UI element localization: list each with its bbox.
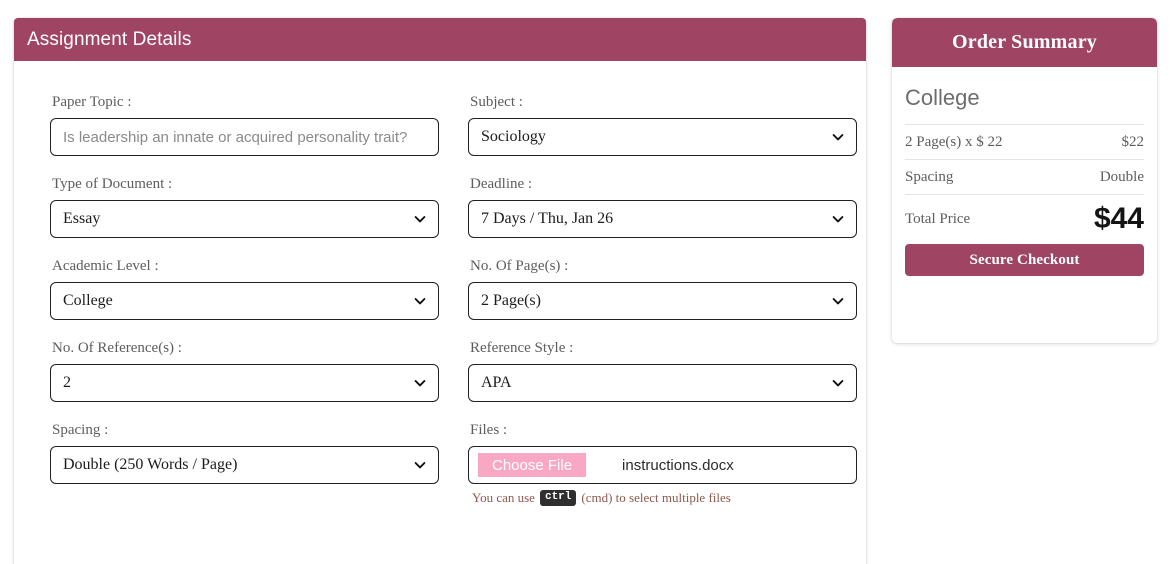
selected-file-name: instructions.docx <box>622 456 734 474</box>
file-hint: You can use ctrl (cmd) to select multipl… <box>472 490 857 506</box>
type-of-document-select[interactable]: Essay <box>50 200 439 238</box>
subject-select[interactable]: Sociology <box>468 118 857 156</box>
order-summary-body: College 2 Page(s) x $ 22 $22 Spacing Dou… <box>892 67 1157 277</box>
field-subject: Subject : Sociology <box>468 93 857 156</box>
label-subject: Subject : <box>470 94 523 110</box>
no-of-pages-value: 2 Page(s) <box>481 292 541 309</box>
field-files: Files : Choose File instructions.docx Yo… <box>468 421 857 506</box>
order-summary-header: Order Summary <box>892 18 1157 67</box>
label-reference-style: Reference Style : <box>470 340 574 356</box>
file-hint-suffix: (cmd) to select multiple files <box>581 490 731 505</box>
chevron-down-icon <box>414 213 426 225</box>
total-price-label: Total Price <box>905 210 971 227</box>
academic-level-value: College <box>63 292 113 309</box>
summary-pages-value: $22 <box>1121 134 1145 151</box>
label-academic-level: Academic Level : <box>52 258 159 274</box>
deadline-value: 7 Days / Thu, Jan 26 <box>481 210 614 227</box>
reference-style-value: APA <box>481 374 512 391</box>
order-form-page: Assignment Details Paper Topic : Is lead… <box>0 0 1175 564</box>
field-reference-style: Reference Style : APA <box>468 339 857 402</box>
assignment-form-grid: Paper Topic : Is leadership an innate or… <box>50 93 857 525</box>
assignment-details-header: Assignment Details <box>14 18 866 61</box>
summary-row-total: Total Price $44 <box>905 194 1144 236</box>
chevron-down-icon <box>414 377 426 389</box>
no-of-pages-select[interactable]: 2 Page(s) <box>468 282 857 320</box>
secure-checkout-button[interactable]: Secure Checkout <box>905 244 1144 277</box>
total-price-value: $44 <box>1093 202 1144 236</box>
no-of-references-select[interactable]: 2 <box>50 364 439 402</box>
file-hint-prefix: You can use <box>472 490 535 505</box>
label-no-of-pages: No. Of Page(s) : <box>470 258 569 274</box>
assignment-details-card: Assignment Details Paper Topic : Is lead… <box>14 18 866 564</box>
label-files: Files : <box>470 422 508 438</box>
summary-row-spacing: Spacing Double <box>905 159 1144 194</box>
academic-level-select[interactable]: College <box>50 282 439 320</box>
paper-topic-value: Is leadership an innate or acquired pers… <box>63 128 408 146</box>
label-type-of-document: Type of Document : <box>52 176 173 192</box>
chevron-down-icon <box>414 295 426 307</box>
deadline-select[interactable]: 7 Days / Thu, Jan 26 <box>468 200 857 238</box>
field-academic-level: Academic Level : College <box>50 257 439 320</box>
label-paper-topic: Paper Topic : <box>52 94 132 110</box>
field-paper-topic: Paper Topic : Is leadership an innate or… <box>50 93 439 156</box>
order-summary-card: Order Summary College 2 Page(s) x $ 22 $… <box>892 18 1157 343</box>
field-no-of-pages: No. Of Page(s) : 2 Page(s) <box>468 257 857 320</box>
field-deadline: Deadline : 7 Days / Thu, Jan 26 <box>468 175 857 238</box>
subject-value: Sociology <box>481 128 546 145</box>
paper-topic-input[interactable]: Is leadership an innate or acquired pers… <box>50 118 439 156</box>
chevron-down-icon <box>832 295 844 307</box>
page-title: Assignment Details <box>27 28 192 50</box>
choose-file-button[interactable]: Choose File <box>478 453 587 477</box>
spacing-select[interactable]: Double (250 Words / Page) <box>50 446 439 484</box>
file-input[interactable]: Choose File instructions.docx <box>468 446 857 484</box>
label-no-of-references: No. Of Reference(s) : <box>52 340 182 356</box>
field-spacing: Spacing : Double (250 Words / Page) <box>50 421 439 506</box>
summary-academic-level: College <box>905 85 980 110</box>
ctrl-key-badge: ctrl <box>539 490 577 506</box>
chevron-down-icon <box>832 131 844 143</box>
order-summary-title: Order Summary <box>952 31 1097 53</box>
label-spacing: Spacing : <box>52 422 109 438</box>
summary-pages-label: 2 Page(s) x $ 22 <box>905 134 1003 151</box>
label-deadline: Deadline : <box>470 176 533 192</box>
chevron-down-icon <box>832 377 844 389</box>
spacing-value: Double (250 Words / Page) <box>63 456 238 473</box>
reference-style-select[interactable]: APA <box>468 364 857 402</box>
chevron-down-icon <box>414 459 426 471</box>
summary-spacing-value: Double <box>1099 169 1144 186</box>
type-of-document-value: Essay <box>63 210 101 227</box>
assignment-details-body: Paper Topic : Is leadership an innate or… <box>14 61 866 535</box>
chevron-down-icon <box>832 213 844 225</box>
field-no-of-references: No. Of Reference(s) : 2 <box>50 339 439 402</box>
summary-spacing-label: Spacing <box>905 169 954 186</box>
field-type-of-document: Type of Document : Essay <box>50 175 439 238</box>
no-of-references-value: 2 <box>63 374 71 391</box>
summary-row-pages: 2 Page(s) x $ 22 $22 <box>905 124 1144 159</box>
